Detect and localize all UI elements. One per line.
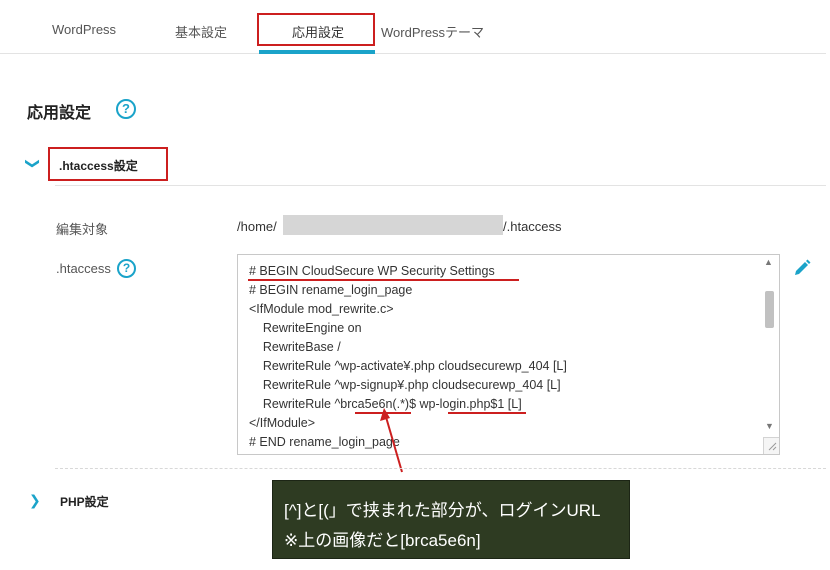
question-circle-icon[interactable]: ? (117, 259, 136, 278)
scrollbar-thumb[interactable] (765, 291, 774, 328)
annotation-callout: [^]と[(」で挟まれた部分が、ログインURL ※上の画像だと[brca5e6n… (272, 480, 630, 559)
code-line: RewriteRule ^wp-activate¥.php cloudsecur… (249, 359, 567, 373)
code-line: RewriteRule ^wp-signup¥.php cloudsecurew… (249, 378, 561, 392)
redacted-path-mask (283, 215, 503, 235)
page-title: 応用設定 (27, 105, 92, 122)
htaccess-label: .htaccess (56, 261, 111, 276)
code-line: RewriteEngine on (249, 321, 362, 335)
code-line: RewriteBase / (249, 340, 341, 354)
code-line: # BEGIN rename_login_page (249, 283, 413, 297)
section-php-toggle[interactable]: PHP設定 (60, 493, 109, 510)
edit-target-label: 編集対象 (56, 222, 109, 237)
path-prefix: /home/ (237, 219, 277, 234)
tab-wordpress[interactable]: WordPress (52, 22, 116, 37)
code-line: # BEGIN CloudSecure WP Security Settings (249, 264, 495, 278)
code-line: <IfModule mod_rewrite.c> (249, 302, 394, 316)
scroll-down-arrow[interactable]: ▼ (765, 421, 774, 431)
divider (55, 468, 826, 469)
annotation-underline (448, 412, 526, 414)
question-circle-icon[interactable]: ? (116, 99, 136, 119)
section-htaccess-toggle[interactable]: .htaccess設定 (59, 157, 138, 174)
code-line: </IfModule> (249, 416, 316, 430)
pencil-icon[interactable] (792, 258, 812, 278)
annotation-underline (248, 279, 519, 281)
divider (55, 185, 826, 186)
tab-wordpress-theme[interactable]: WordPressテーマ (381, 22, 484, 41)
path-suffix: /.htaccess (503, 219, 562, 234)
scroll-up-arrow[interactable]: ▲ (764, 257, 773, 267)
resize-grip-icon[interactable] (767, 441, 777, 451)
active-tab-underline (259, 50, 375, 54)
callout-text: ※上の画像だと[brca5e6n] (284, 531, 481, 550)
tab-bar: WordPress 基本設定 応用設定 WordPressテーマ (0, 0, 826, 54)
chevron-right-icon[interactable]: ❯ (29, 492, 41, 509)
tab-basic-settings[interactable]: 基本設定 (175, 22, 227, 41)
chevron-down-icon[interactable]: ❯ (24, 158, 41, 170)
active-tab-highlight-box (257, 13, 375, 46)
callout-text: [^]と[(」で挟まれた部分が、ログインURL (284, 501, 601, 520)
